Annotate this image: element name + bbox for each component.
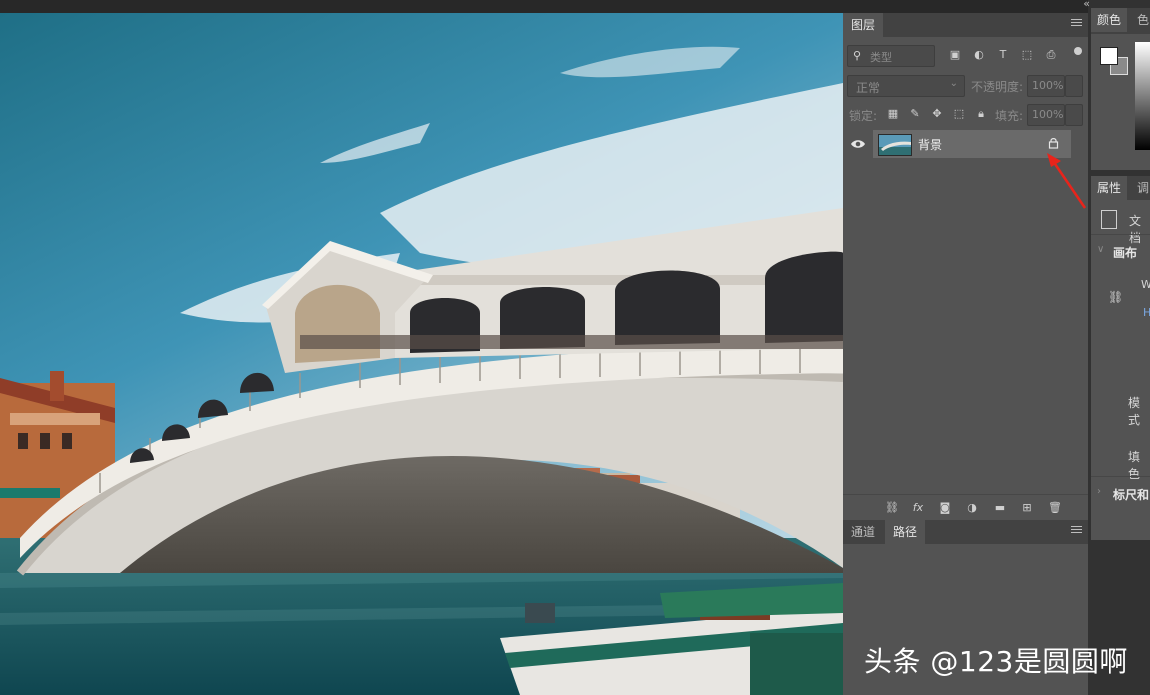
fill-field[interactable]: 100%	[1027, 104, 1065, 126]
lock-position-icon[interactable]: ✥	[931, 108, 943, 120]
filter-toggle-icon[interactable]	[1074, 47, 1082, 55]
image-filter-icon[interactable]: ▣	[949, 49, 961, 61]
adjustment-filter-icon[interactable]: ◐	[973, 49, 985, 61]
tab-properties[interactable]: 属性	[1091, 176, 1128, 200]
layers-panel: 图层 ⚲ 类型 ▣ ◐ T ⬚ ⎙ 正常 ⌄ 不透明度: 100% 锁定: ▦ …	[843, 13, 1088, 521]
document-canvas[interactable]	[0, 13, 843, 695]
color-ramp[interactable]	[1135, 42, 1150, 150]
watermark-text: 头条 @123是圆圆啊	[864, 645, 1128, 678]
chevron-down-icon: ⌄	[949, 78, 958, 89]
tab-layers[interactable]: 图层	[843, 13, 884, 37]
opacity-dropdown[interactable]	[1065, 75, 1083, 97]
delete-layer-icon[interactable]: 🗑︎	[1048, 502, 1062, 514]
height-label: H	[1143, 306, 1150, 319]
canvas-section-title: 画布	[1113, 246, 1138, 260]
lock-artboard-icon[interactable]: ⬚	[953, 108, 965, 120]
chevron-right-icon[interactable]: ›	[1097, 486, 1101, 497]
fx-icon[interactable]: fx	[912, 502, 924, 514]
lock-all-icon[interactable]: 🔒︎	[975, 108, 987, 120]
color-panel	[1091, 34, 1150, 170]
panel-menu-icon[interactable]	[1071, 524, 1082, 536]
link-layers-icon[interactable]: ⛓	[885, 502, 899, 514]
lock-paint-icon[interactable]: ✎	[909, 108, 921, 120]
color-tabbar: 颜色 色	[1091, 8, 1150, 34]
layers-tabbar: 图层	[843, 13, 1088, 37]
width-label: W	[1141, 278, 1150, 291]
lock-icon[interactable]	[1048, 137, 1059, 149]
new-layer-icon[interactable]: ⊞	[1021, 502, 1033, 514]
tab-paths[interactable]: 路径	[885, 520, 926, 544]
paths-tabbar: 通道 路径	[843, 520, 1088, 544]
layer-row-background[interactable]: 背景	[873, 130, 1071, 158]
tab-channels[interactable]: 通道	[843, 520, 883, 544]
mode-label: 模式	[1128, 396, 1141, 427]
opacity-label: 不透明度:	[971, 80, 1024, 94]
top-strip	[0, 0, 1150, 13]
layers-bottom-bar: ⛓ fx ◙ ◑ ▬ ⊞ 🗑︎	[843, 494, 1088, 521]
panel-menu-icon[interactable]	[1071, 17, 1082, 29]
opacity-field[interactable]: 100%	[1027, 75, 1065, 97]
properties-tabbar: 属性 调	[1091, 176, 1150, 200]
fill-value: 100%	[1032, 108, 1064, 121]
blend-mode-value: 正常	[856, 81, 881, 95]
tab-adjustments[interactable]: 调	[1131, 176, 1150, 200]
fill-label: 填充:	[995, 109, 1024, 123]
shape-filter-icon[interactable]: ⬚	[1021, 49, 1033, 61]
adjustment-layer-icon[interactable]: ◑	[966, 502, 978, 514]
search-icon: ⚲	[853, 49, 862, 62]
tab-swatches[interactable]: 色	[1131, 8, 1150, 32]
lock-label: 锁定:	[849, 109, 878, 123]
layer-name: 背景	[918, 138, 943, 152]
add-mask-icon[interactable]: ◙	[939, 502, 951, 514]
chevron-down-icon[interactable]: ∨	[1097, 244, 1104, 255]
opacity-value: 100%	[1032, 79, 1064, 92]
document-icon	[1101, 210, 1117, 229]
annotation-arrow-icon	[1047, 153, 1087, 209]
visibility-eye-icon[interactable]	[850, 137, 866, 151]
link-dimensions-icon[interactable]: ⛓	[1108, 290, 1123, 304]
rulers-section-title: 标尺和	[1113, 488, 1150, 502]
properties-panel: 文档 ∨ 画布 W ⛓ H 模式 填色 › 标尺和	[1091, 200, 1150, 540]
lock-transparent-icon[interactable]: ▦	[887, 108, 899, 120]
smartobject-filter-icon[interactable]: ⎙	[1045, 49, 1057, 61]
new-group-icon[interactable]: ▬	[994, 502, 1006, 514]
canvas-image	[0, 13, 843, 695]
foreground-swatch[interactable]	[1100, 47, 1118, 65]
blend-mode-select[interactable]: 正常 ⌄	[847, 75, 965, 97]
doc-label: 文档	[1129, 214, 1142, 245]
fill-dropdown[interactable]	[1065, 104, 1083, 126]
filter-placeholder: 类型	[870, 51, 892, 64]
type-filter-icon[interactable]: T	[997, 49, 1009, 61]
tab-color[interactable]: 颜色	[1091, 8, 1128, 32]
collapse-panels-icon[interactable]: «	[1083, 0, 1090, 10]
layer-thumbnail	[878, 134, 912, 156]
layer-filter-select[interactable]: ⚲ 类型	[847, 45, 935, 67]
